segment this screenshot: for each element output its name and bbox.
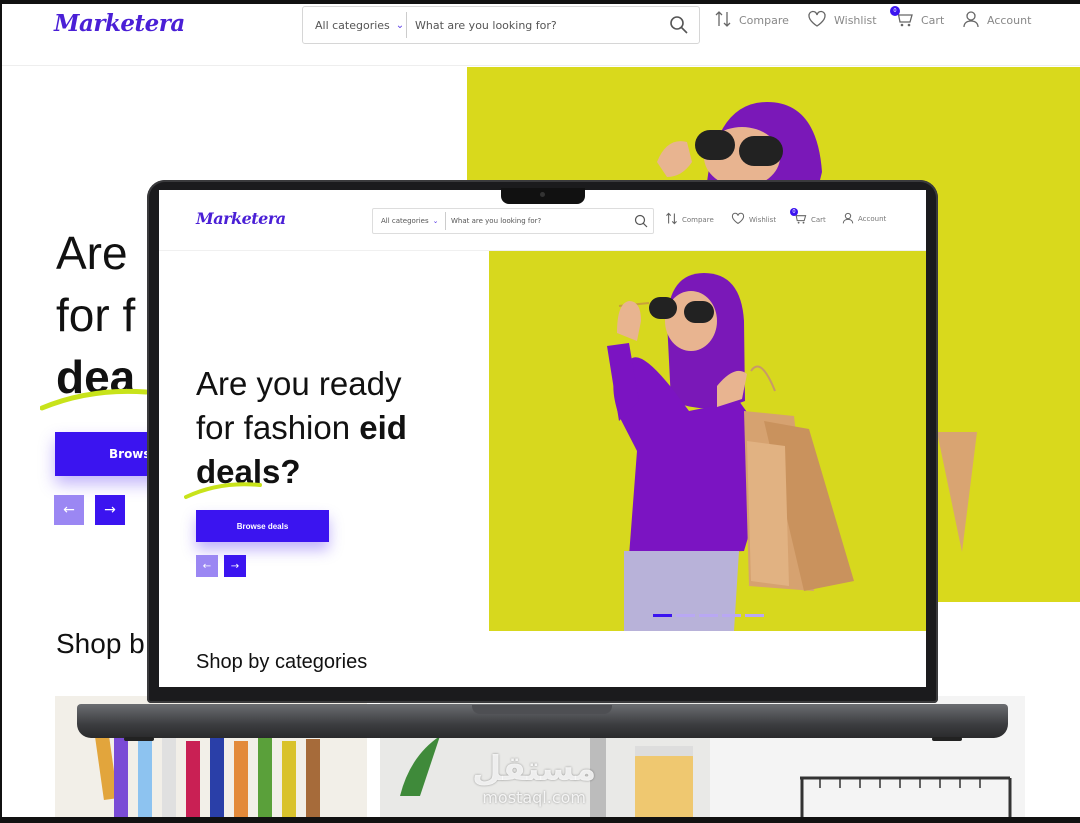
bottom-border xyxy=(2,817,1080,823)
nav-wishlist-label: Wishlist xyxy=(749,215,777,224)
screenshot-stage: Marketera All categories ⌄ What are you … xyxy=(0,0,1080,823)
bg-nav-compare-label: Compare xyxy=(739,14,789,27)
browse-deals-button[interactable]: Browse deals xyxy=(196,510,329,542)
carousel-dot[interactable] xyxy=(653,614,672,617)
bg-cart-badge: 0 xyxy=(890,6,900,16)
bg-nav-cart-label: Cart xyxy=(921,14,945,27)
shop-by-categories-heading: Shop by categories xyxy=(196,651,368,673)
search-icon[interactable] xyxy=(659,15,699,35)
nav-wishlist[interactable]: Wishlist xyxy=(731,212,776,227)
prev-arrow-icon[interactable]: ← xyxy=(196,555,218,577)
search-input[interactable]: What are you looking for? xyxy=(446,217,629,225)
nav-compare[interactable]: Compare xyxy=(665,212,714,227)
bg-category-select[interactable]: All categories ⌄ xyxy=(303,12,407,38)
hero-title-eid: eid xyxy=(359,409,407,446)
user-icon xyxy=(842,212,854,226)
nav-compare-label: Compare xyxy=(682,215,714,224)
bg-prev-arrow-icon[interactable]: ← xyxy=(54,495,84,525)
bg-hero-line2: for f xyxy=(56,289,136,341)
bg-nav-wishlist[interactable]: Wishlist xyxy=(807,10,877,31)
category-select-label: All categories xyxy=(381,217,429,225)
bg-next-arrow-icon[interactable]: → xyxy=(95,495,125,525)
laptop-foot-right xyxy=(932,737,962,741)
user-icon xyxy=(962,10,980,31)
camera-icon xyxy=(540,192,545,197)
bg-category-label: All categories xyxy=(315,18,390,32)
watermark-arabic: مستقل xyxy=(472,749,597,789)
hero-title-line2-prefix: for fashion xyxy=(196,409,360,446)
bg-nav-compare[interactable]: Compare xyxy=(714,10,789,31)
bg-highlight-stroke xyxy=(40,388,149,411)
bg-logo[interactable]: Marketera xyxy=(54,10,185,37)
chevron-down-icon: ⌄ xyxy=(432,217,439,225)
nav-account[interactable]: Account xyxy=(842,212,886,226)
bg-search-input[interactable]: What are you looking for? xyxy=(407,19,659,32)
bg-nav-account[interactable]: Account xyxy=(962,10,1031,31)
nav-account-label: Account xyxy=(858,215,887,223)
chevron-down-icon: ⌄ xyxy=(395,19,405,31)
highlight-stroke xyxy=(184,482,262,499)
carousel-dot[interactable] xyxy=(699,614,718,617)
hero-title-line2: for fashion eid xyxy=(196,406,407,450)
watermark: مستقل mostaql.com xyxy=(472,752,596,807)
nav-cart-label: Cart xyxy=(811,215,826,224)
next-arrow-icon[interactable]: → xyxy=(224,555,246,577)
hero-banner xyxy=(489,251,926,631)
bg-header: Marketera All categories ⌄ What are you … xyxy=(2,4,1080,66)
nav-cart[interactable]: 0 Cart xyxy=(790,208,826,227)
carousel-dot[interactable] xyxy=(676,614,695,617)
carousel-indicators[interactable] xyxy=(653,614,764,617)
carousel-dot[interactable] xyxy=(722,614,741,617)
bg-nav-wishlist-label: Wishlist xyxy=(834,14,877,27)
hero-title-line1: Are you ready xyxy=(196,365,402,402)
bg-shop-heading: Shop b xyxy=(56,628,145,659)
hero-model-image xyxy=(607,273,854,631)
laptop-foot-left xyxy=(124,737,154,741)
bg-nav-cart[interactable]: 0 Cart xyxy=(890,6,945,31)
category-select[interactable]: All categories ⌄ xyxy=(373,212,446,230)
search-icon[interactable] xyxy=(629,214,653,228)
site-logo[interactable]: Marketera xyxy=(196,209,286,228)
carousel-dot[interactable] xyxy=(745,614,764,617)
bg-hero-title: Are for f dea xyxy=(56,222,135,408)
cart-icon: 0 xyxy=(890,6,914,31)
heart-icon xyxy=(731,212,745,227)
cart-count-badge: 0 xyxy=(790,208,798,216)
bg-nav-account-label: Account xyxy=(987,14,1032,27)
heart-icon xyxy=(807,10,827,31)
bg-search-bar[interactable]: All categories ⌄ What are you looking fo… xyxy=(302,6,700,44)
laptop-lid-lip xyxy=(472,705,612,714)
search-bar[interactable]: All categories ⌄ What are you looking fo… xyxy=(372,208,654,234)
cart-icon: 0 xyxy=(790,208,807,227)
hero-title: Are you ready for fashion eid deals? xyxy=(196,362,407,494)
bg-hero-line1: Are xyxy=(56,227,128,279)
watermark-latin: mostaql.com xyxy=(482,788,586,807)
compare-icon xyxy=(714,10,732,31)
laptop-screen: Marketera All categories ⌄ What are you … xyxy=(159,190,926,687)
compare-icon xyxy=(665,212,678,227)
